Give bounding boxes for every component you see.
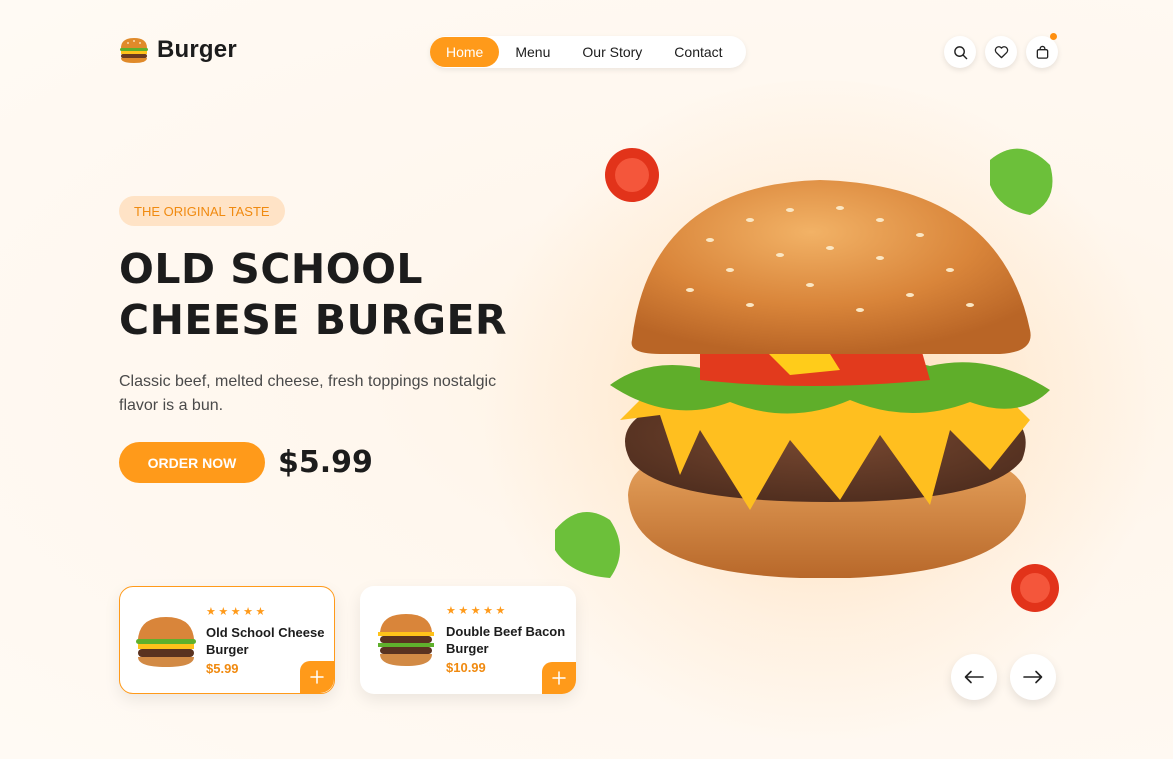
product-image <box>136 617 196 667</box>
add-to-cart-button[interactable] <box>300 661 334 693</box>
arrow-right-icon <box>1023 670 1043 684</box>
hero-tag: THE ORIGINAL TASTE <box>119 196 285 226</box>
product-name: Old School Cheese Burger <box>206 625 325 657</box>
nav-our-story[interactable]: Our Story <box>566 37 658 67</box>
nav-home[interactable]: Home <box>430 37 500 67</box>
search-icon <box>953 45 967 59</box>
carousel-next-button[interactable] <box>1010 654 1056 700</box>
nav-menu[interactable]: Menu <box>499 37 566 67</box>
carousel-prev-button[interactable] <box>951 654 997 700</box>
plus-icon <box>552 671 566 685</box>
brand-logo[interactable]: Burger <box>119 36 237 64</box>
hero-title-line-1: OLD SCHOOL <box>119 245 424 293</box>
burger-logo-icon <box>120 38 148 63</box>
add-to-cart-button[interactable] <box>542 662 576 694</box>
main-nav: Home Menu Our Story Contact <box>430 36 746 68</box>
search-button[interactable] <box>944 36 976 68</box>
product-price: $5.99 <box>206 661 239 676</box>
cart-button[interactable] <box>1026 33 1058 68</box>
product-card-double-beef[interactable]: ★★★★★ Double Beef Bacon Burger $10.99 <box>360 586 576 694</box>
product-card-old-school[interactable]: ★★★★★ Old School Cheese Burger $5.99 <box>119 586 335 694</box>
hero-title-line-2: CHEESE BURGER <box>119 296 508 344</box>
brand-name: Burger <box>157 36 237 63</box>
wishlist-button[interactable] <box>985 36 1017 68</box>
plus-icon <box>310 670 324 684</box>
hero-burger-image <box>555 148 1059 612</box>
arrow-left-icon <box>964 670 984 684</box>
hero-description: Classic beef, melted cheese, fresh toppi… <box>119 373 497 414</box>
product-rating: ★★★★★ <box>446 605 508 617</box>
hero-title: OLD SCHOOL CHEESE BURGER <box>119 244 507 346</box>
product-name: Double Beef Bacon Burger <box>446 624 566 656</box>
product-price: $10.99 <box>446 660 486 675</box>
shopping-bag-icon <box>1036 45 1048 59</box>
product-image <box>378 614 434 666</box>
hero-price: $5.99 <box>278 445 373 480</box>
order-now-button[interactable]: ORDER NOW <box>119 442 265 483</box>
product-rating: ★★★★★ <box>206 606 268 618</box>
heart-icon <box>994 46 1008 59</box>
cart-notification-dot <box>1050 33 1057 40</box>
nav-contact[interactable]: Contact <box>658 37 738 67</box>
